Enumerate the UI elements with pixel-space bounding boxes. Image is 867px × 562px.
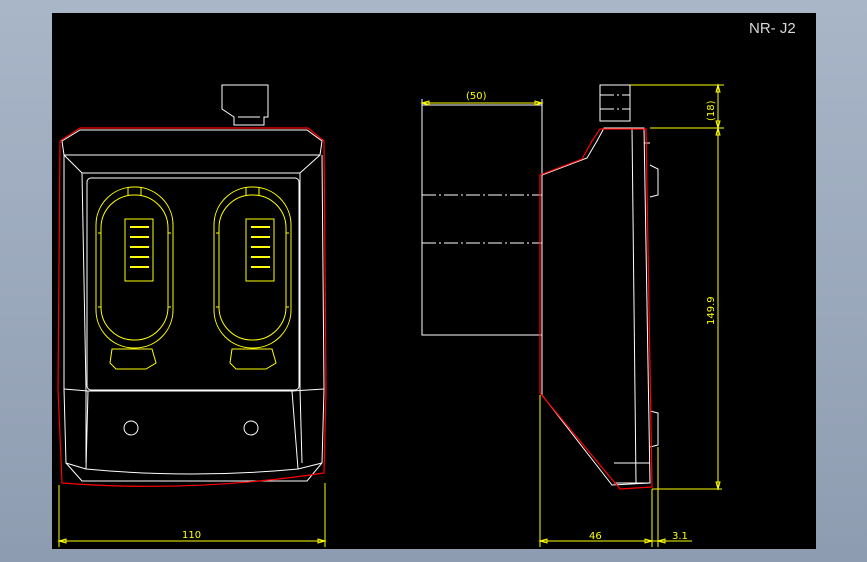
front-connector — [221, 84, 269, 126]
front-view — [57, 84, 327, 487]
front-inner-panel — [86, 177, 300, 391]
side-cable-outline — [421, 104, 543, 336]
front-slot-left — [95, 186, 174, 370]
dimension-width: 110 — [57, 483, 327, 547]
dimension-depth-label: 46 — [589, 531, 602, 542]
front-mount-hole-left — [123, 420, 139, 436]
dimension-cable-label: (50) — [466, 91, 487, 102]
front-base — [85, 390, 299, 475]
dimension-connector-label: (18) — [706, 100, 717, 121]
dimension-width-label: 110 — [182, 530, 201, 541]
dimension-connector: (18) — [630, 83, 724, 130]
dimension-height: 149.9 — [652, 126, 722, 491]
cad-drawing: NR- J2 110 (50) (18) 149.9 46 3.1 — [57, 20, 796, 547]
dimension-cable: (50) — [420, 91, 544, 106]
dimension-height-label: 149.9 — [706, 296, 717, 325]
dimension-thickness-label: 3.1 — [672, 531, 688, 542]
drawing-title: NR- J2 — [749, 20, 796, 37]
cad-drawing-canvas: NR- J2 110 (50) (18) 149.9 46 3.1 — [52, 13, 816, 549]
front-top-cap — [61, 129, 323, 174]
front-mount-hole-right — [243, 420, 259, 436]
front-slot-right — [213, 186, 292, 370]
dimension-depth: 46 3.1 — [538, 395, 692, 547]
side-connector — [599, 84, 631, 122]
